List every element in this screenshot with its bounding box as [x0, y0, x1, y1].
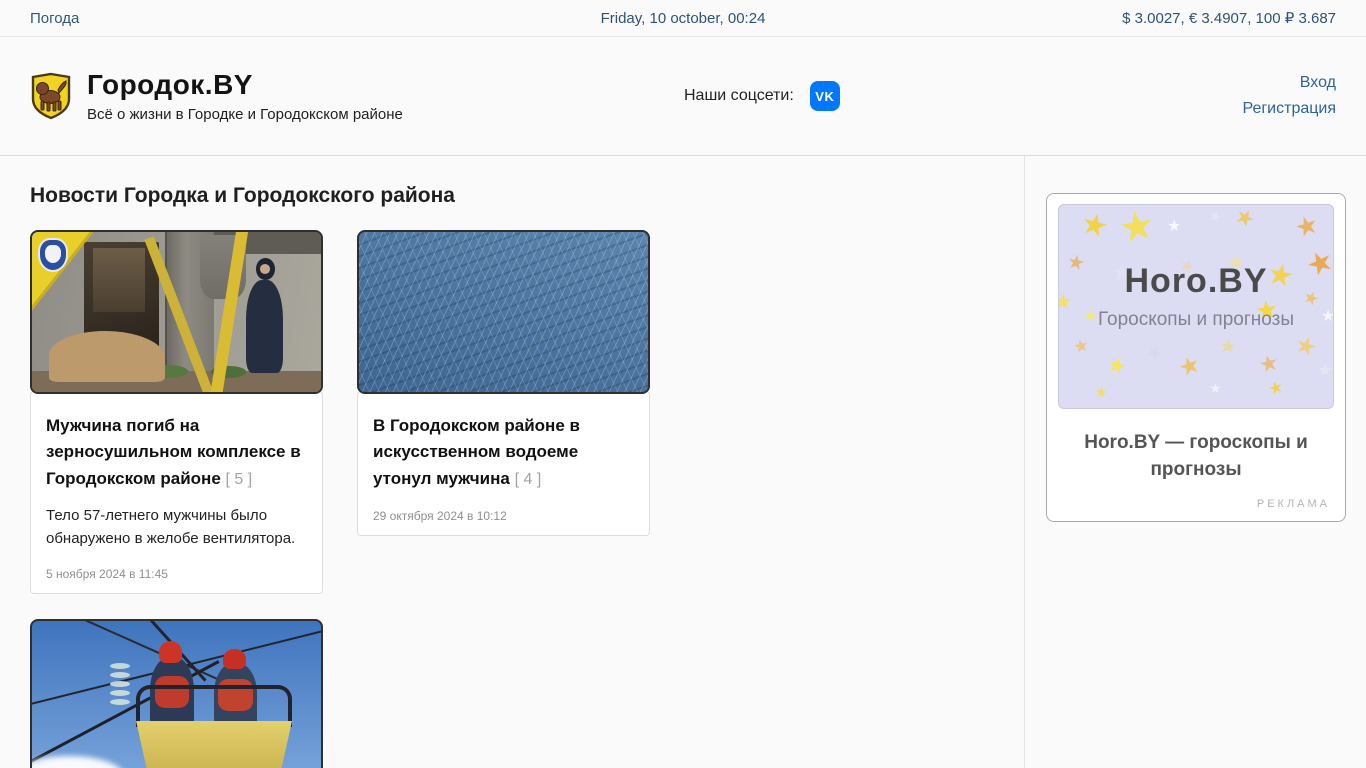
- photo-shape: [49, 331, 165, 383]
- star-decoration-icon: ★: [1115, 204, 1159, 252]
- star-decoration-icon: ★: [1209, 380, 1222, 396]
- site-title[interactable]: Городок.BY: [87, 69, 403, 101]
- star-decoration-icon: ★: [1230, 204, 1260, 234]
- photo-shape: [45, 245, 61, 263]
- star-decoration-icon: ★: [1217, 334, 1239, 360]
- vk-icon[interactable]: VK: [809, 81, 840, 111]
- insulator-shape: [110, 663, 131, 706]
- news-card-body: Мужчина погиб на зерносушильном комплекс…: [30, 391, 323, 595]
- sidebar: ★★★★★★★★★★★★★★★★★★★★★★★★★★★★ Horo.BY Гор…: [1025, 156, 1366, 768]
- currency-rates: $ 3.0027, € 3.4907, 100 ₽ 3.687: [1122, 10, 1336, 27]
- ad-banner-subtitle: Гороскопы и прогнозы: [1098, 308, 1294, 330]
- star-decoration-icon: ★: [1071, 334, 1092, 358]
- star-decoration-icon: ★: [1290, 208, 1323, 244]
- comments-count[interactable]: [ 5 ]: [226, 471, 253, 488]
- news-column: Новости Городка и Городокского района Му…: [0, 156, 1025, 768]
- news-card: [30, 619, 323, 768]
- star-decoration-icon: ★: [1291, 330, 1321, 363]
- auth-links: Вход Регистрация: [1242, 70, 1336, 122]
- news-photo-water[interactable]: [357, 230, 650, 394]
- ad-banner-title: Horo.BY: [1124, 261, 1268, 300]
- news-title[interactable]: В Городокском районе в искусственном вод…: [373, 413, 634, 492]
- star-decoration-icon: ★: [1317, 360, 1334, 380]
- news-photo-power-line-workers[interactable]: [30, 619, 323, 768]
- news-title-text[interactable]: Мужчина погиб на зерносушильном комплекс…: [46, 416, 301, 488]
- star-decoration-icon: ★: [1167, 218, 1182, 235]
- news-date: 29 октября 2024 в 10:12: [373, 509, 507, 524]
- news-card-body: В Городокском районе в искусственном вод…: [357, 391, 650, 537]
- news-card: Мужчина погиб на зерносушильном комплекс…: [30, 230, 323, 595]
- page-title: Новости Городка и Городокского района: [30, 184, 455, 207]
- socials-block: Наши соцсети: VK: [684, 37, 840, 155]
- ad-card-horoby[interactable]: ★★★★★★★★★★★★★★★★★★★★★★★★★★★★ Horo.BY Гор…: [1046, 193, 1346, 523]
- photo-shape: [92, 248, 145, 312]
- star-decoration-icon: ★: [1256, 348, 1282, 379]
- register-link[interactable]: Регистрация: [1242, 96, 1336, 122]
- news-snippet: Тело 57-летнего мужчины было обнаружено …: [46, 507, 296, 547]
- socials-label: Наши соцсети:: [684, 87, 794, 104]
- star-decoration-icon: ★: [1206, 206, 1224, 226]
- site-logo-coat-of-arms[interactable]: [30, 72, 72, 120]
- photo-shape: [32, 755, 125, 768]
- news-date: 5 ноября 2024 в 11:45: [46, 567, 168, 582]
- ad-caption-link[interactable]: Horo.BY — гороскопы и прогнозы: [1058, 409, 1334, 483]
- top-bar: Погода Friday, 10 october, 00:24 $ 3.002…: [0, 0, 1366, 37]
- news-title[interactable]: Мужчина погиб на зерносушильном комплекс…: [46, 413, 307, 492]
- weather-link[interactable]: Погода: [30, 10, 79, 27]
- news-photo-grain-dryer[interactable]: [30, 230, 323, 394]
- star-decoration-icon: ★: [1104, 350, 1130, 381]
- site-subtitle: Всё о жизни в Городке и Городокском райо…: [87, 106, 403, 123]
- comments-count[interactable]: [ 4 ]: [515, 471, 542, 488]
- star-decoration-icon: ★: [1093, 383, 1109, 401]
- investigator-figure: [245, 280, 284, 373]
- photo-shape: [222, 648, 246, 670]
- star-decoration-icon: ★: [1174, 350, 1205, 383]
- brand-block: Городок.BY Всё о жизни в Городке и Город…: [87, 69, 403, 123]
- photo-shape: [159, 640, 183, 664]
- site-header: Городок.BY Всё о жизни в Городке и Город…: [0, 37, 1366, 156]
- news-card-grid: Мужчина погиб на зерносушильном комплекс…: [30, 230, 690, 768]
- star-decoration-icon: ★: [1140, 338, 1168, 368]
- news-card: В Городокском районе в искусственном вод…: [357, 230, 650, 594]
- news-title-text[interactable]: В Городокском районе в искусственном вод…: [373, 416, 580, 488]
- ad-banner-text: Horo.BY Гороскопы и прогнозы: [1059, 262, 1333, 331]
- star-decoration-icon: ★: [1077, 206, 1112, 245]
- lift-bucket-shape: [136, 720, 293, 768]
- photo-shape: [260, 264, 271, 274]
- datetime-text: Friday, 10 october, 00:24: [600, 9, 766, 27]
- content-area: Новости Городка и Городокского района Му…: [0, 156, 1366, 768]
- ad-label: РЕКЛАМА: [1256, 498, 1330, 511]
- star-decoration-icon: ★: [1266, 378, 1286, 399]
- login-link[interactable]: Вход: [1242, 70, 1336, 96]
- ad-banner-image[interactable]: ★★★★★★★★★★★★★★★★★★★★★★★★★★★★ Horo.BY Гор…: [1058, 204, 1334, 409]
